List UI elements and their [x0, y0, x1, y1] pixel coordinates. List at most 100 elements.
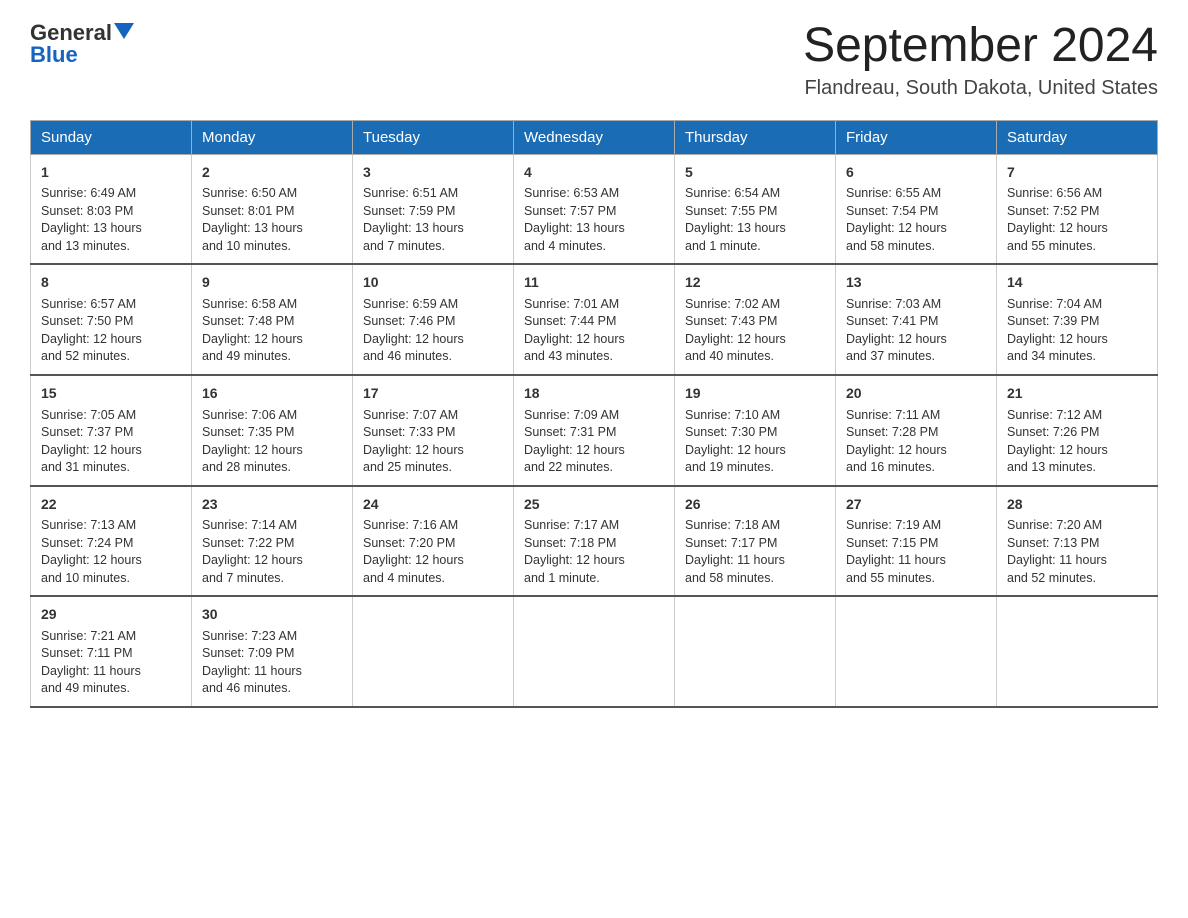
day-number: 29 [41, 605, 181, 625]
calendar-cell: 20Sunrise: 7:11 AMSunset: 7:28 PMDayligh… [836, 375, 997, 486]
calendar-cell: 26Sunrise: 7:18 AMSunset: 7:17 PMDayligh… [675, 486, 836, 597]
day-number: 30 [202, 605, 342, 625]
day-info: Sunrise: 6:49 AMSunset: 8:03 PMDaylight:… [41, 185, 181, 255]
day-number: 11 [524, 273, 664, 293]
calendar-cell: 29 Sunrise: 7:21 AMSunset: 7:11 PMDayligh… [31, 596, 192, 707]
calendar-cell: 25Sunrise: 7:17 AMSunset: 7:18 PMDayligh… [514, 486, 675, 597]
day-number: 26 [685, 495, 825, 515]
calendar-cell [353, 596, 514, 707]
day-number: 10 [363, 273, 503, 293]
day-info: Sunrise: 7:05 AMSunset: 7:37 PMDaylight:… [41, 407, 181, 477]
calendar-cell: 5Sunrise: 6:54 AMSunset: 7:55 PMDaylight… [675, 154, 836, 264]
day-info: Sunrise: 7:10 AMSunset: 7:30 PMDaylight:… [685, 407, 825, 477]
day-number: 4 [524, 163, 664, 183]
day-info: Sunrise: 7:04 AMSunset: 7:39 PMDaylight:… [1007, 296, 1147, 366]
calendar-cell: 14 Sunrise: 7:04 AMSunset: 7:39 PMDayligh… [997, 264, 1158, 375]
page-subtitle: Flandreau, South Dakota, United States [803, 77, 1158, 100]
day-number: 12 [685, 273, 825, 293]
day-number: 19 [685, 384, 825, 404]
day-number: 16 [202, 384, 342, 404]
calendar-cell [514, 596, 675, 707]
day-number: 17 [363, 384, 503, 404]
logo-blue-text: Blue [30, 42, 78, 68]
calendar-cell: 28Sunrise: 7:20 AMSunset: 7:13 PMDayligh… [997, 486, 1158, 597]
page-header: General Blue September 2024 Flandreau, S… [30, 20, 1158, 100]
calendar-cell: 4Sunrise: 6:53 AMSunset: 7:57 PMDaylight… [514, 154, 675, 264]
title-section: September 2024 Flandreau, South Dakota, … [803, 20, 1158, 100]
day-number: 1 [41, 163, 181, 183]
calendar-cell: 10 Sunrise: 6:59 AMSunset: 7:46 PMDayligh… [353, 264, 514, 375]
logo: General Blue [30, 20, 134, 68]
day-number: 28 [1007, 495, 1147, 515]
header-sunday: Sunday [31, 120, 192, 154]
day-info: Sunrise: 7:12 AMSunset: 7:26 PMDaylight:… [1007, 407, 1147, 477]
calendar-cell: 22Sunrise: 7:13 AMSunset: 7:24 PMDayligh… [31, 486, 192, 597]
day-number: 14 [1007, 273, 1147, 293]
header-friday: Friday [836, 120, 997, 154]
calendar-cell: 17 Sunrise: 7:07 AMSunset: 7:33 PMDayligh… [353, 375, 514, 486]
day-info: Sunrise: 6:58 AMSunset: 7:48 PMDaylight:… [202, 296, 342, 366]
day-number: 2 [202, 163, 342, 183]
header-monday: Monday [192, 120, 353, 154]
week-row-3: 15 Sunrise: 7:05 AMSunset: 7:37 PMDayligh… [31, 375, 1158, 486]
day-number: 5 [685, 163, 825, 183]
calendar-cell: 8Sunrise: 6:57 AMSunset: 7:50 PMDaylight… [31, 264, 192, 375]
calendar-table: Sunday Monday Tuesday Wednesday Thursday… [30, 120, 1158, 708]
day-info: Sunrise: 7:09 AMSunset: 7:31 PMDaylight:… [524, 407, 664, 477]
day-info: Sunrise: 6:56 AMSunset: 7:52 PMDaylight:… [1007, 185, 1147, 255]
day-info: Sunrise: 7:02 AMSunset: 7:43 PMDaylight:… [685, 296, 825, 366]
calendar-cell: 6Sunrise: 6:55 AMSunset: 7:54 PMDaylight… [836, 154, 997, 264]
calendar-cell: 19 Sunrise: 7:10 AMSunset: 7:30 PMDayligh… [675, 375, 836, 486]
day-info: Sunrise: 7:23 AMSunset: 7:09 PMDaylight:… [202, 628, 342, 698]
day-info: Sunrise: 7:14 AMSunset: 7:22 PMDaylight:… [202, 517, 342, 587]
day-info: Sunrise: 6:55 AMSunset: 7:54 PMDaylight:… [846, 185, 986, 255]
day-info: Sunrise: 7:06 AMSunset: 7:35 PMDaylight:… [202, 407, 342, 477]
header-wednesday: Wednesday [514, 120, 675, 154]
day-number: 15 [41, 384, 181, 404]
week-row-4: 22Sunrise: 7:13 AMSunset: 7:24 PMDayligh… [31, 486, 1158, 597]
day-number: 18 [524, 384, 664, 404]
day-info: Sunrise: 7:19 AMSunset: 7:15 PMDaylight:… [846, 517, 986, 587]
calendar-cell: 27Sunrise: 7:19 AMSunset: 7:15 PMDayligh… [836, 486, 997, 597]
page-title: September 2024 [803, 20, 1158, 73]
day-info: Sunrise: 7:21 AMSunset: 7:11 PMDaylight:… [41, 628, 181, 698]
calendar-cell: 15 Sunrise: 7:05 AMSunset: 7:37 PMDayligh… [31, 375, 192, 486]
calendar-header-row: Sunday Monday Tuesday Wednesday Thursday… [31, 120, 1158, 154]
calendar-cell: 9 Sunrise: 6:58 AMSunset: 7:48 PMDaylight… [192, 264, 353, 375]
day-info: Sunrise: 6:53 AMSunset: 7:57 PMDaylight:… [524, 185, 664, 255]
day-info: Sunrise: 7:07 AMSunset: 7:33 PMDaylight:… [363, 407, 503, 477]
day-number: 23 [202, 495, 342, 515]
day-number: 7 [1007, 163, 1147, 183]
day-number: 3 [363, 163, 503, 183]
calendar-cell: 18 Sunrise: 7:09 AMSunset: 7:31 PMDayligh… [514, 375, 675, 486]
day-number: 13 [846, 273, 986, 293]
header-saturday: Saturday [997, 120, 1158, 154]
header-tuesday: Tuesday [353, 120, 514, 154]
day-number: 20 [846, 384, 986, 404]
day-number: 9 [202, 273, 342, 293]
day-number: 24 [363, 495, 503, 515]
calendar-cell: 23Sunrise: 7:14 AMSunset: 7:22 PMDayligh… [192, 486, 353, 597]
calendar-cell [675, 596, 836, 707]
day-info: Sunrise: 7:03 AMSunset: 7:41 PMDaylight:… [846, 296, 986, 366]
calendar-cell: 11 Sunrise: 7:01 AMSunset: 7:44 PMDayligh… [514, 264, 675, 375]
calendar-cell: 24Sunrise: 7:16 AMSunset: 7:20 PMDayligh… [353, 486, 514, 597]
day-number: 6 [846, 163, 986, 183]
day-info: Sunrise: 6:59 AMSunset: 7:46 PMDaylight:… [363, 296, 503, 366]
day-info: Sunrise: 7:01 AMSunset: 7:44 PMDaylight:… [524, 296, 664, 366]
day-info: Sunrise: 7:13 AMSunset: 7:24 PMDaylight:… [41, 517, 181, 587]
calendar-cell: 1Sunrise: 6:49 AMSunset: 8:03 PMDaylight… [31, 154, 192, 264]
calendar-cell: 3Sunrise: 6:51 AMSunset: 7:59 PMDaylight… [353, 154, 514, 264]
day-number: 8 [41, 273, 181, 293]
calendar-cell [997, 596, 1158, 707]
week-row-2: 8Sunrise: 6:57 AMSunset: 7:50 PMDaylight… [31, 264, 1158, 375]
calendar-cell: 21 Sunrise: 7:12 AMSunset: 7:26 PMDayligh… [997, 375, 1158, 486]
logo-triangle-icon [114, 23, 134, 39]
day-info: Sunrise: 6:50 AMSunset: 8:01 PMDaylight:… [202, 185, 342, 255]
week-row-5: 29 Sunrise: 7:21 AMSunset: 7:11 PMDayligh… [31, 596, 1158, 707]
calendar-cell: 12 Sunrise: 7:02 AMSunset: 7:43 PMDayligh… [675, 264, 836, 375]
day-number: 21 [1007, 384, 1147, 404]
calendar-cell: 13 Sunrise: 7:03 AMSunset: 7:41 PMDayligh… [836, 264, 997, 375]
day-info: Sunrise: 7:20 AMSunset: 7:13 PMDaylight:… [1007, 517, 1147, 587]
calendar-cell: 2Sunrise: 6:50 AMSunset: 8:01 PMDaylight… [192, 154, 353, 264]
